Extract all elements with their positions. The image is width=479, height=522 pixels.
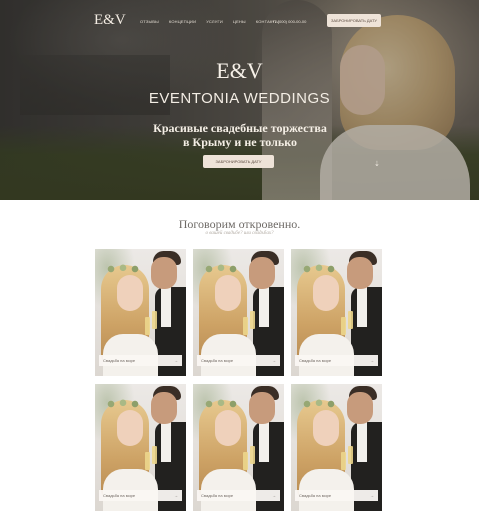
arrow-right-icon: →: [272, 493, 276, 498]
book-date-button[interactable]: ЗАБРОНИРОВАТЬ ДАТУ: [327, 14, 381, 27]
hero-logo: E&V: [216, 58, 263, 83]
nav-links: ОТЗЫВЫ КОНЦЕПЦИИ УСЛУГИ ЦЕНЫ КОНТАКТЫ: [140, 19, 279, 24]
logo[interactable]: E&V: [94, 12, 126, 29]
brand-name: EVENTONIA WEDDINGS: [148, 90, 331, 107]
hero-tagline: Красивые свадебные торжества в Крыму и н…: [130, 121, 350, 149]
arrow-right-icon: →: [272, 358, 276, 363]
concept-card[interactable]: Свадьба на море →: [95, 249, 186, 376]
card-label: Свадьба на море: [299, 358, 332, 363]
card-label: Свадьба на море: [103, 493, 136, 498]
section-subtitle: о вашей свадьбе? или свадьбах?: [205, 231, 274, 236]
card-label: Свадьба на море: [201, 358, 234, 363]
card-label-bar[interactable]: Свадьба на море →: [99, 355, 182, 366]
section-title: Поговорим откровенно.: [178, 217, 301, 231]
arrow-right-icon: →: [370, 358, 374, 363]
card-label: Свадьба на море: [103, 358, 136, 363]
nav-link-services[interactable]: УСЛУГИ: [206, 19, 223, 24]
concept-grid: Свадьба на море → Свадьба на море → Свад…: [95, 249, 383, 511]
arrow-down-icon[interactable]: ⇣: [374, 160, 380, 168]
card-label-bar[interactable]: Свадьба на море →: [295, 490, 378, 501]
nav-link-reviews[interactable]: ОТЗЫВЫ: [140, 19, 159, 24]
card-label-bar[interactable]: Свадьба на море →: [197, 490, 280, 501]
arrow-right-icon: →: [174, 493, 178, 498]
concept-card[interactable]: Свадьба на море →: [291, 249, 382, 376]
hero-tagline-line1: Красивые свадебные торжества: [153, 121, 327, 135]
card-label-bar[interactable]: Свадьба на море →: [295, 355, 378, 366]
concept-card[interactable]: Свадьба на море →: [291, 384, 382, 511]
arrow-right-icon: →: [174, 358, 178, 363]
hero-tagline-line2: в Крыму и не только: [183, 135, 297, 149]
concept-card[interactable]: Свадьба на море →: [193, 384, 284, 511]
hero-book-button[interactable]: ЗАБРОНИРОВАТЬ ДАТУ: [203, 155, 274, 168]
arrow-right-icon: →: [370, 493, 374, 498]
card-label-bar[interactable]: Свадьба на море →: [197, 355, 280, 366]
card-label: Свадьба на море: [201, 493, 234, 498]
card-label: Свадьба на море: [299, 493, 332, 498]
top-navigation: E&V ОТЗЫВЫ КОНЦЕПЦИИ УСЛУГИ ЦЕНЫ КОНТАКТ…: [0, 10, 479, 32]
hero-section: E&V ОТЗЫВЫ КОНЦЕПЦИИ УСЛУГИ ЦЕНЫ КОНТАКТ…: [0, 0, 479, 200]
concept-card[interactable]: Свадьба на море →: [95, 384, 186, 511]
phone-number[interactable]: +7 (000) 000-00-00: [272, 19, 306, 24]
nav-link-concepts[interactable]: КОНЦЕПЦИИ: [169, 19, 196, 24]
card-label-bar[interactable]: Свадьба на море →: [99, 490, 182, 501]
nav-link-prices[interactable]: ЦЕНЫ: [233, 19, 246, 24]
concept-card[interactable]: Свадьба на море →: [193, 249, 284, 376]
